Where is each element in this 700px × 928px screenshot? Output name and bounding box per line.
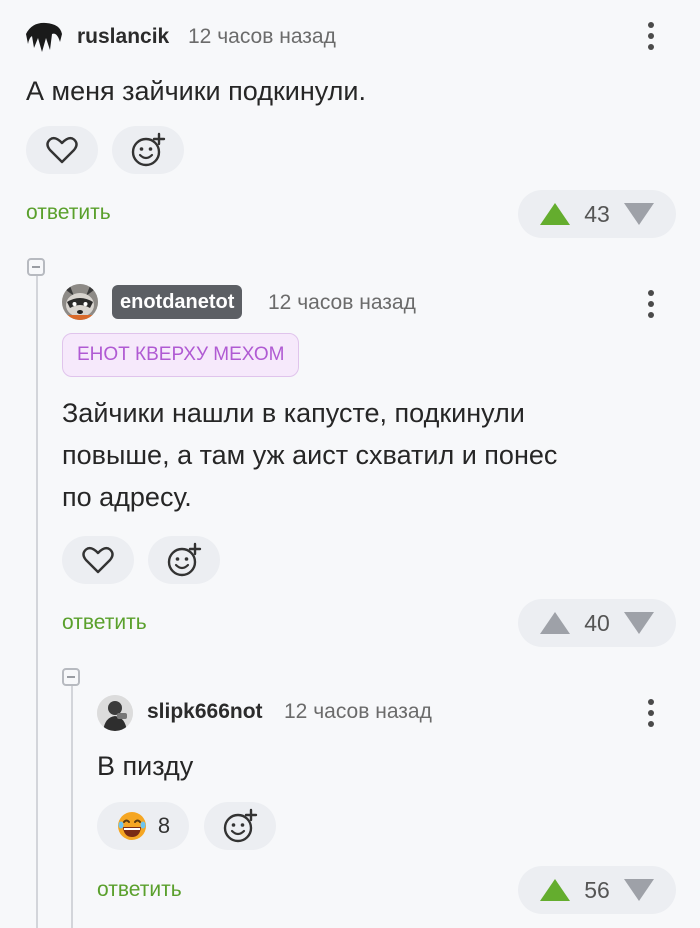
downvote-icon[interactable] [624, 203, 654, 225]
add-reaction-icon [131, 132, 166, 167]
rating-count: 40 [584, 609, 610, 636]
downvote-icon[interactable] [624, 612, 654, 634]
thread-line [71, 686, 73, 928]
reply-link[interactable]: ответить [62, 611, 147, 635]
comment-timestamp: 12 часов назад [188, 25, 336, 48]
heart-icon [46, 136, 78, 164]
upvote-icon[interactable] [540, 612, 570, 634]
person-avatar[interactable] [97, 695, 133, 731]
add-reaction-icon [167, 542, 202, 577]
avatar[interactable] [24, 20, 64, 54]
downvote-icon[interactable] [624, 879, 654, 901]
laughing-emoji-icon [117, 812, 146, 840]
comment-timestamp: 12 часов назад [268, 291, 416, 314]
reaction-count: 8 [157, 813, 171, 838]
reply-link[interactable]: ответить [26, 201, 111, 225]
add-reaction-button[interactable] [204, 802, 276, 850]
comment-text-line: Зайчики нашли в капусте, подкинули [62, 398, 525, 428]
vote-control: 43 [518, 190, 676, 238]
upvote-icon[interactable] [540, 879, 570, 901]
like-button[interactable] [26, 126, 98, 174]
vote-control: 40 [518, 599, 676, 647]
heart-icon [82, 546, 114, 574]
user-tag: ЕНОТ КВЕРХУ МЕХОМ [62, 333, 300, 377]
comment-text: Зайчики нашли в капусте, подкинули повыш… [62, 392, 557, 518]
comment-username[interactable]: ruslancik [77, 25, 169, 49]
more-vertical-icon[interactable] [648, 290, 656, 318]
comment-username[interactable]: slipk666not [147, 700, 263, 724]
add-reaction-button[interactable] [148, 536, 220, 584]
more-vertical-icon[interactable] [648, 22, 656, 50]
rating-count: 43 [584, 200, 610, 227]
rating-count: 56 [584, 876, 610, 903]
collapse-icon[interactable] [62, 668, 80, 686]
add-reaction-icon [223, 808, 258, 843]
raccoon-avatar[interactable] [62, 284, 98, 320]
comment-text-line: по адресу. [62, 482, 192, 512]
comment-text-line: повыше, а там уж аист схватил и понес [62, 440, 558, 470]
avatar-hair-icon [26, 22, 62, 52]
comment-text: В пизду [97, 751, 194, 781]
like-button[interactable] [62, 536, 134, 584]
upvote-icon[interactable] [540, 203, 570, 225]
add-reaction-button[interactable] [112, 126, 184, 174]
comment-text: А меня зайчики подкинули. [26, 76, 366, 106]
comment-timestamp: 12 часов назад [284, 700, 432, 723]
collapse-icon[interactable] [27, 258, 45, 276]
comment-username[interactable]: enotdanetot [112, 285, 243, 319]
reply-link[interactable]: ответить [97, 878, 182, 902]
thread-line [36, 276, 38, 928]
vote-control: 56 [518, 866, 676, 914]
more-vertical-icon[interactable] [648, 699, 656, 727]
reaction-laugh-button[interactable]: 8 [97, 802, 189, 850]
